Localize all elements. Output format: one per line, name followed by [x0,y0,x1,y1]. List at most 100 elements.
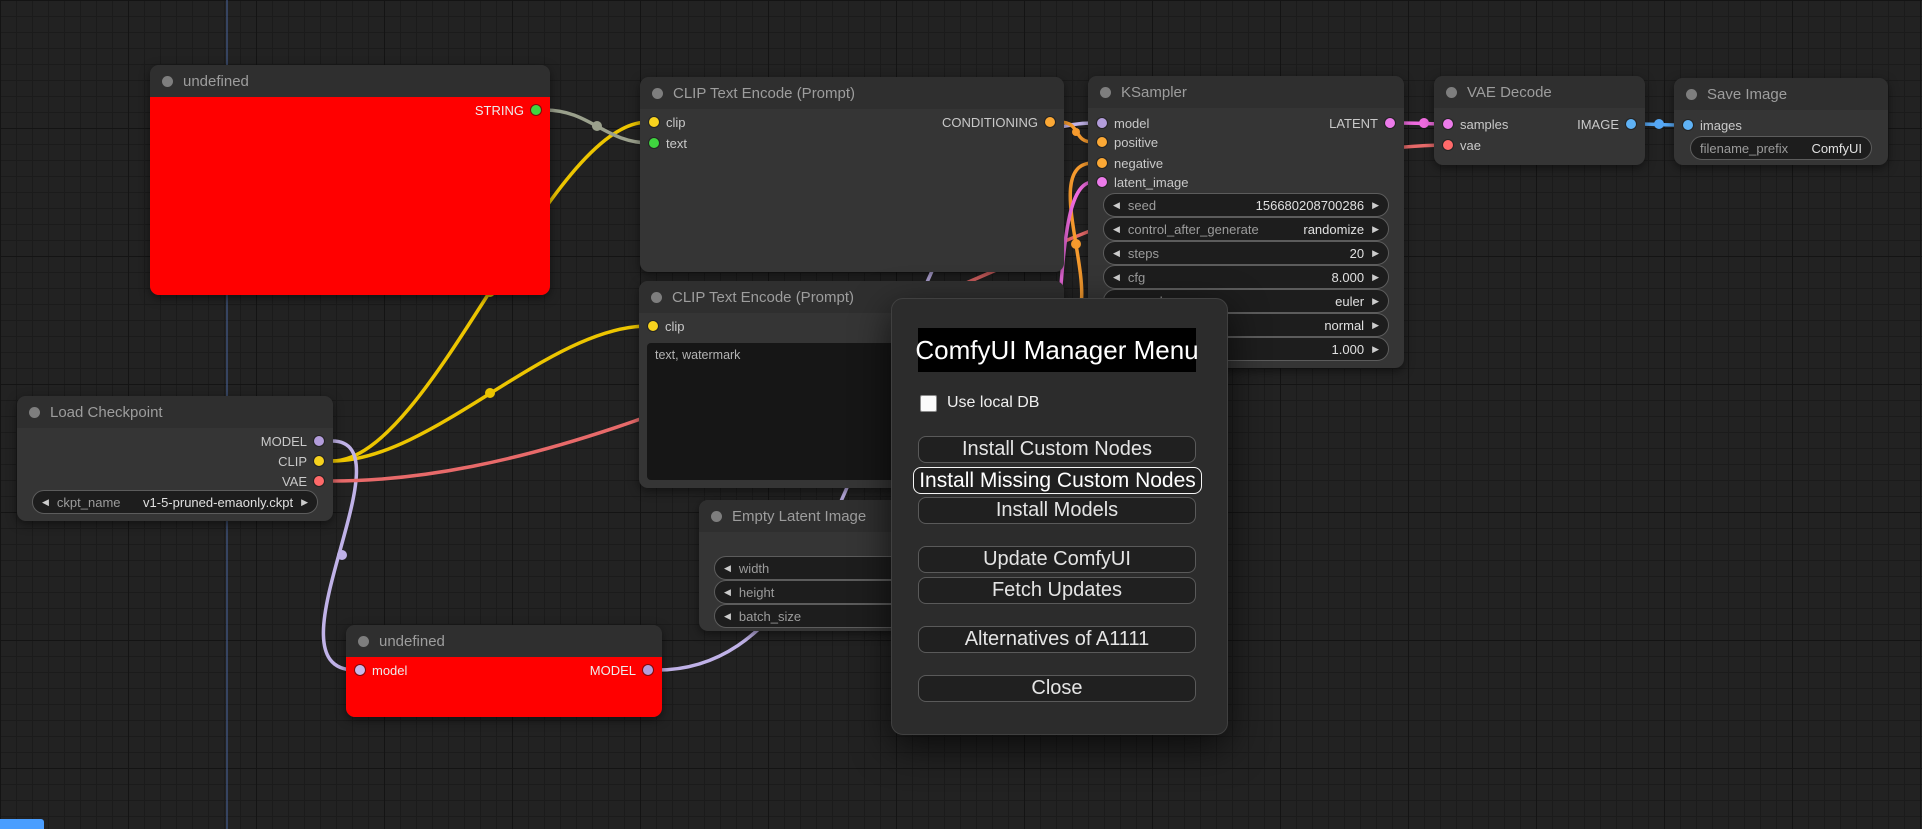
node-title-bar[interactable]: Save Image [1674,78,1888,110]
output-slot-conditioning: CONDITIONING [942,113,1055,131]
node-clip-text-encode-positive[interactable]: CLIP Text Encode (Prompt) clip text COND… [640,77,1064,272]
widget-seed[interactable]: ◀ seed 156680208700286 ▶ [1103,193,1389,217]
input-dot-positive[interactable] [1097,137,1107,147]
node-title-bar[interactable]: undefined [346,625,662,657]
input-slot-positive: positive [1097,133,1158,151]
node-collapse-dot-icon[interactable] [29,406,40,418]
widget-left-arrow-icon[interactable]: ◀ [724,587,731,598]
widget-ckpt-name[interactable]: ◀ ckpt_name v1-5-pruned-emaonly.ckpt ▶ [32,490,318,514]
node-graph-canvas[interactable]: undefined STRING CLIP Text Encode (Promp… [0,0,1922,829]
output-slot-vae: VAE [282,472,324,490]
comfyui-manager-dialog: ComfyUI Manager Menu Use local DB Instal… [891,298,1228,735]
node-collapse-dot-icon[interactable] [1446,86,1457,98]
output-slot-model: MODEL [261,432,324,450]
install-models-button[interactable]: Install Models [918,497,1196,524]
widget-right-arrow-icon[interactable]: ▶ [1372,248,1379,259]
wire-midpoint-dot [485,388,495,398]
queue-indicator-bar [0,819,44,829]
node-load-checkpoint[interactable]: Load Checkpoint MODEL CLIP VAE ◀ ckpt_na… [17,396,333,521]
input-dot-model[interactable] [355,665,365,675]
output-slot-string: STRING [475,101,541,119]
node-title-bar[interactable]: Load Checkpoint [17,396,333,428]
widget-left-arrow-icon[interactable]: ◀ [724,563,731,574]
wire-midpoint-dot [1072,128,1080,136]
node-undefined-bottom[interactable]: undefined model MODEL [346,625,662,717]
output-slot-image: IMAGE [1577,115,1636,133]
output-slot-clip: CLIP [278,452,324,470]
node-collapse-dot-icon[interactable] [652,87,663,99]
input-slot-vae: vae [1443,136,1481,154]
output-slot-latent: LATENT [1329,114,1395,132]
input-dot-clip[interactable] [648,321,658,331]
input-slot-samples: samples [1443,115,1508,133]
node-collapse-dot-icon[interactable] [651,291,662,303]
widget-control-after-generate[interactable]: ◀ control_after_generate randomize ▶ [1103,217,1389,241]
node-title-bar[interactable]: KSampler [1088,76,1404,108]
widget-filename-prefix[interactable]: filename_prefix ComfyUI [1690,136,1872,160]
node-collapse-dot-icon[interactable] [1686,88,1697,100]
update-comfyui-button[interactable]: Update ComfyUI [918,546,1196,573]
output-dot-vae[interactable] [314,476,324,486]
node-collapse-dot-icon[interactable] [711,510,722,522]
node-title-bar[interactable]: undefined [150,65,550,97]
node-collapse-dot-icon[interactable] [358,635,369,647]
use-local-db-checkbox[interactable] [920,394,937,412]
input-dot-images[interactable] [1683,120,1693,130]
widget-right-arrow-icon[interactable]: ▶ [1372,296,1379,307]
input-dot-clip[interactable] [649,117,659,127]
install-custom-nodes-button[interactable]: Install Custom Nodes [918,436,1196,463]
input-dot-model[interactable] [1097,118,1107,128]
output-dot-model[interactable] [643,665,653,675]
input-dot-vae[interactable] [1443,140,1453,150]
output-dot-conditioning[interactable] [1045,117,1055,127]
widget-left-arrow-icon[interactable]: ◀ [1113,224,1120,235]
widget-right-arrow-icon[interactable]: ▶ [1372,344,1379,355]
node-vae-decode[interactable]: VAE Decode samples vae IMAGE [1434,76,1645,165]
input-dot-samples[interactable] [1443,119,1453,129]
install-missing-custom-nodes-button[interactable]: Install Missing Custom Nodes [913,467,1202,494]
input-dot-negative[interactable] [1097,158,1107,168]
input-dot-text[interactable] [649,138,659,148]
output-dot-clip[interactable] [314,456,324,466]
output-dot-latent[interactable] [1385,118,1395,128]
fetch-updates-button[interactable]: Fetch Updates [918,577,1196,604]
node-title-bar[interactable]: CLIP Text Encode (Prompt) [640,77,1064,109]
widget-left-arrow-icon[interactable]: ◀ [42,497,49,508]
output-dot-model[interactable] [314,436,324,446]
widget-cfg[interactable]: ◀ cfg 8.000 ▶ [1103,265,1389,289]
close-button[interactable]: Close [918,675,1196,702]
node-title: undefined [379,632,445,650]
wire-midpoint-dot [1419,118,1429,128]
widget-right-arrow-icon[interactable]: ▶ [1372,272,1379,283]
output-dot-string[interactable] [531,105,541,115]
wire-midpoint-dot [1654,119,1664,129]
node-title: undefined [183,72,249,90]
input-slot-images: images [1683,116,1742,134]
node-collapse-dot-icon[interactable] [1100,86,1111,98]
widget-left-arrow-icon[interactable]: ◀ [1113,272,1120,283]
alternatives-of-a1111-button[interactable]: Alternatives of A1111 [918,626,1196,653]
widget-right-arrow-icon[interactable]: ▶ [1372,320,1379,331]
widget-left-arrow-icon[interactable]: ◀ [1113,248,1120,259]
output-dot-image[interactable] [1626,119,1636,129]
input-slot-model: model [1097,114,1149,132]
widget-left-arrow-icon[interactable]: ◀ [1113,200,1120,211]
widget-left-arrow-icon[interactable]: ◀ [724,611,731,622]
input-slot-clip: clip [648,317,685,335]
node-save-image[interactable]: Save Image images filename_prefix ComfyU… [1674,78,1888,165]
dialog-title: ComfyUI Manager Menu [915,328,1199,372]
node-title: CLIP Text Encode (Prompt) [673,84,856,102]
wire-midpoint-dot [592,121,602,131]
input-slot-model: model [355,661,407,679]
node-title: CLIP Text Encode (Prompt) [672,288,855,306]
input-dot-latent-image[interactable] [1097,177,1107,187]
widget-right-arrow-icon[interactable]: ▶ [1372,200,1379,211]
widget-steps[interactable]: ◀ steps 20 ▶ [1103,241,1389,265]
node-title-bar[interactable]: VAE Decode [1434,76,1645,108]
use-local-db-label: Use local DB [947,394,1040,411]
input-slot-latent-image: latent_image [1097,173,1188,191]
widget-right-arrow-icon[interactable]: ▶ [1372,224,1379,235]
node-collapse-dot-icon[interactable] [162,75,173,87]
widget-right-arrow-icon[interactable]: ▶ [301,497,308,508]
node-undefined-top[interactable]: undefined STRING [150,65,550,295]
